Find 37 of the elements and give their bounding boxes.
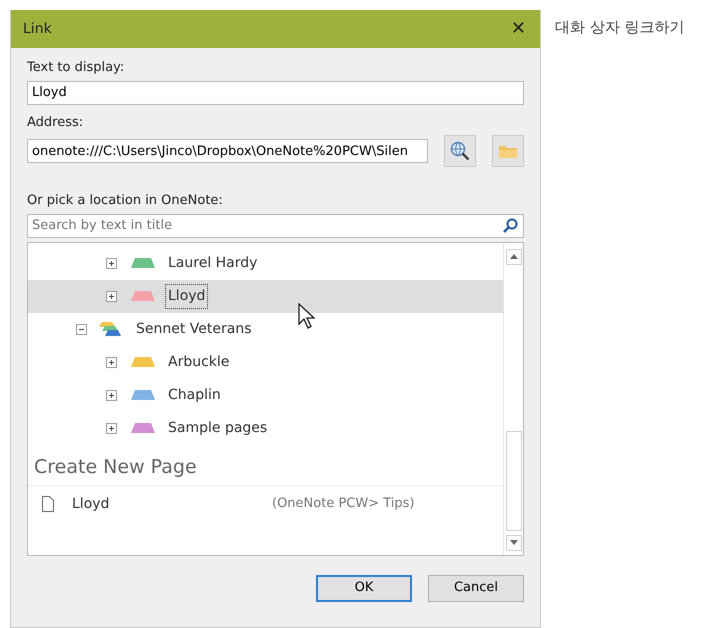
notebook-stack-icon (99, 322, 123, 336)
tree-item[interactable]: Sample pages (28, 412, 503, 444)
search-field[interactable]: Search by text in title (27, 214, 524, 238)
folder-icon (498, 143, 518, 159)
tree-item[interactable]: Arbuckle (28, 346, 503, 378)
expand-toggle-icon[interactable] (106, 422, 117, 434)
page-icon (42, 496, 54, 512)
cancel-button[interactable]: Cancel (428, 574, 524, 602)
mouse-cursor-icon (298, 302, 316, 328)
expand-toggle-icon[interactable] (106, 356, 117, 368)
expand-toggle-icon[interactable] (106, 258, 117, 268)
up-arrow-icon (510, 254, 518, 259)
section-heading: Create New Page (28, 444, 503, 486)
close-button[interactable]: ✕ (506, 20, 530, 38)
field-label: Or pick a location in OneNote: (27, 192, 224, 210)
scroll-up-button[interactable] (506, 248, 522, 264)
expand-toggle-icon[interactable] (106, 290, 117, 302)
field-label: Text to display: (27, 59, 126, 77)
tree-item[interactable]: Lloyd (28, 280, 503, 312)
browse-web-button[interactable] (444, 135, 476, 167)
search-icon (502, 218, 518, 234)
ok-button[interactable]: OK (316, 574, 412, 602)
scrollbar-thumb[interactable] (506, 430, 522, 530)
down-arrow-icon (510, 540, 518, 545)
tree-item[interactable]: Chaplin (28, 378, 503, 412)
address-field[interactable]: onenote:///C:\Users\Jinco\Dropbox\OneNote%20PCW\Silen (27, 139, 428, 163)
field-label: Address: (27, 114, 84, 132)
scroll-down-button[interactable] (506, 534, 522, 550)
tree-item[interactable]: Laurel Hardy (28, 246, 503, 280)
expand-toggle-icon[interactable] (76, 324, 87, 334)
caption-text: 대화 상자 링크하기 (555, 17, 685, 38)
new-page-item[interactable]: Lloyd (OneNote PCW> Tips) (28, 486, 503, 522)
expand-toggle-icon[interactable] (106, 390, 117, 400)
window-title: Link (23, 20, 52, 38)
text-field[interactable]: Lloyd (27, 80, 524, 104)
globe-search-icon (449, 140, 471, 162)
tree-item[interactable]: Sennet Veterans (28, 312, 503, 346)
